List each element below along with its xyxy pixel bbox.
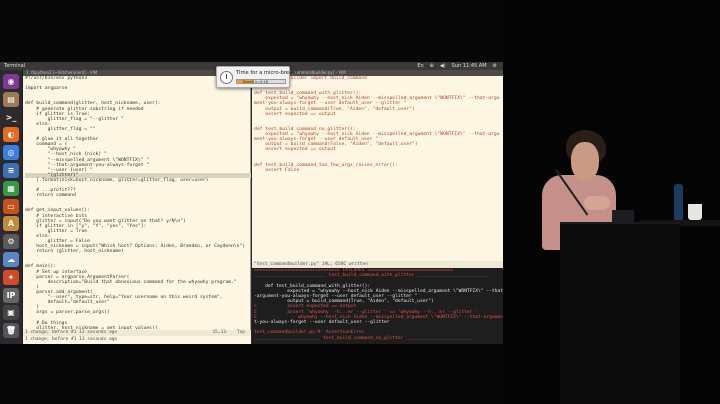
projected-desktop: Terminal En ⊕ ◀) Sun 11:45 AM ⚙ ◉ ▤ >_ ◐ ◎ ≡ ▦ ▭ A ⚙ ☁…: [0, 62, 503, 344]
launcher-sidebar: ◉ ▤ >_ ◐ ◎ ≡ ▦ ▭ A ⚙ ☁ ✦ IP ▣ 🗑: [0, 70, 23, 344]
speaker-arm: [584, 196, 610, 210]
app-icon[interactable]: ✦: [3, 269, 19, 285]
workspace-icon[interactable]: ▣: [3, 305, 19, 321]
editor-pane-main[interactable]: 1. fbpython2 [~/kitchen/nerd] - VIM #!/u…: [23, 70, 251, 344]
terminal-icon[interactable]: >_: [3, 109, 19, 125]
window-title: Terminal: [4, 63, 26, 69]
editor-pane-tests[interactable]: 2. fbpython2 [test_commandbuilder.py] - …: [252, 70, 503, 268]
scroll-position: Top: [236, 330, 245, 335]
paper-cup: [688, 204, 702, 220]
tray-item[interactable]: En: [417, 62, 423, 70]
tray-item[interactable]: Sun 11:45 AM: [452, 62, 487, 70]
tray-item[interactable]: ◀): [440, 62, 446, 70]
micro-break-popup[interactable]: Time for a micro-break? Break in 0:18: [216, 66, 298, 88]
clock-icon: [220, 71, 233, 84]
files-icon[interactable]: ▤: [3, 91, 19, 107]
cursor-position: 15,13: [212, 330, 227, 335]
software-center-icon[interactable]: A: [3, 216, 19, 232]
tests-statusline: "test_commandbuilder.py" 19L, 658C writt…: [252, 261, 503, 268]
trash-icon[interactable]: 🗑: [3, 323, 19, 339]
terminal-line: __________________________ test_build_co…: [254, 273, 490, 279]
chrome-icon[interactable]: ◎: [3, 145, 19, 161]
terminal-line: ________________________ test_build_comm…: [254, 335, 473, 341]
tests-code[interactable]: from commandbuilder import build_command…: [252, 76, 503, 260]
pytest-output: =============================== FAILURES…: [252, 268, 503, 344]
system-tray: En ⊕ ◀) Sun 11:45 AM ⚙: [417, 62, 497, 70]
podium-laptop: [612, 210, 634, 223]
writer-icon[interactable]: ≡: [3, 163, 19, 178]
podium: [560, 222, 680, 404]
ubuntu-one-icon[interactable]: ☁: [3, 252, 19, 267]
popup-title: Time for a micro-break?: [236, 70, 298, 76]
code-line: description="Build that obnoxious comman…: [25, 279, 237, 285]
tray-item[interactable]: ⊕: [430, 62, 434, 70]
impress-icon[interactable]: ▭: [3, 198, 19, 214]
speaker-face: [571, 142, 599, 180]
calc-icon[interactable]: ▦: [3, 180, 19, 196]
settings-icon[interactable]: ⚙: [3, 234, 19, 250]
firefox-icon[interactable]: ◐: [3, 127, 19, 143]
terminal-pane[interactable]: =============================== FAILURES…: [252, 268, 503, 344]
tray-item[interactable]: ⚙: [493, 62, 497, 70]
editor-cmdline[interactable]: 1 change; before #1 13 seconds ago: [23, 336, 251, 344]
code-line: glitter, host_nickname = get_input_value…: [25, 325, 158, 329]
editor-code[interactable]: #!/usr/bin/env python3 import argparse d…: [23, 76, 251, 329]
ip-icon[interactable]: IP: [3, 287, 19, 303]
break-progress-text: Break in 0:18: [243, 79, 269, 84]
water-bottle: [674, 184, 683, 220]
dash-icon[interactable]: ◉: [3, 74, 19, 89]
